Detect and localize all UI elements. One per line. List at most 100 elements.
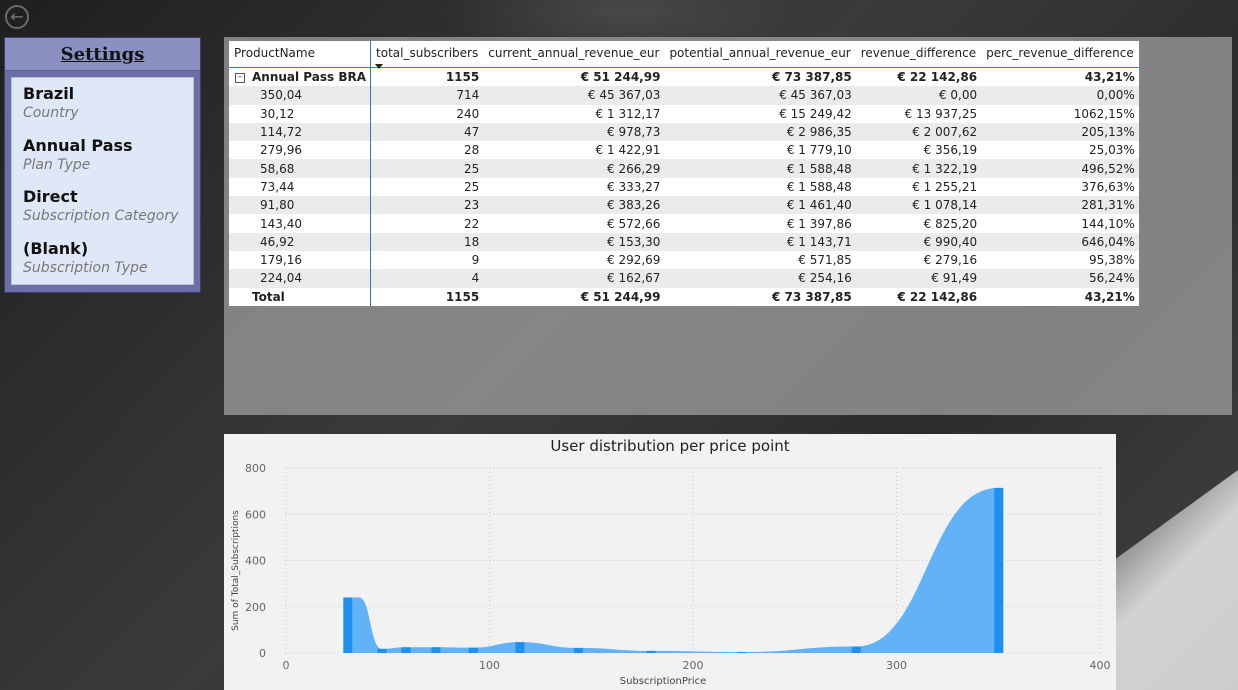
table-cell: 4 [370, 269, 484, 288]
total-cell: 43,21% [1084, 289, 1135, 304]
table-cell: € 292,69 [607, 253, 661, 268]
product-name-cell: 350,04 [229, 86, 372, 105]
group-cell: € 73 387,85 [772, 70, 852, 85]
setting-value: Brazil [23, 84, 75, 103]
settings-title: Settings [5, 38, 200, 71]
column-header-revenue-difference[interactable]: revenue_difference [855, 41, 982, 68]
table-cell: € 978,73 [483, 122, 665, 142]
table-cell: € 571,85 [798, 253, 852, 268]
x-axis-label: SubscriptionPrice [620, 676, 707, 687]
data-bar [851, 646, 861, 653]
table-cell: 22 [463, 216, 480, 231]
product-name-cell: 279,96 [229, 141, 372, 160]
back-button[interactable]: ← [5, 5, 29, 29]
table-cell: 47 [370, 122, 484, 142]
data-bar [515, 642, 525, 653]
data-bar [573, 647, 583, 653]
x-tick-label: 200 [683, 659, 704, 672]
product-name-cell: 46,92 [229, 232, 372, 251]
series-area [347, 487, 999, 653]
table-cell: 18 [370, 232, 484, 251]
table-cell: 28 [463, 143, 480, 158]
table-cell: 646,04% [981, 232, 1139, 251]
total-cell: 1155 [445, 289, 480, 304]
product-name-cell: 143,40 [229, 214, 372, 233]
column-header-total-subscribers[interactable]: total_subscribers [370, 41, 484, 69]
table-cell: € 333,27 [607, 179, 661, 194]
table-cell: 281,31% [981, 196, 1139, 215]
product-name-cell: 30,12 [229, 104, 372, 123]
column-header-perc-revenue-difference[interactable]: perc_revenue_difference [981, 41, 1139, 68]
setting-value: (Blank) [23, 238, 89, 258]
group-name-cell[interactable]: – Annual Pass BRA [229, 67, 372, 87]
table-row[interactable]: 279,96 28 € 1 422,91 € 1 779,10 € 356,19 25,0… [229, 141, 1139, 160]
table-cell: € 162,67 [483, 269, 665, 288]
data-bar [646, 650, 656, 653]
column-header-product-name[interactable]: ProductName [229, 41, 372, 68]
table-cell: 56,24% [981, 269, 1139, 288]
setting-plan-type[interactable]: Annual Pass Plan Type [23, 136, 193, 188]
table-row[interactable]: 143,40 22 € 572,66 € 1 397,86 € 825,20 144,10… [229, 214, 1139, 233]
table-cell: 25,03% [1088, 143, 1135, 158]
header-row: ProductName total_subscribers current_an… [229, 41, 1139, 69]
column-header-current-revenue[interactable]: current_annual_revenue_eur [483, 41, 665, 68]
data-bar [343, 597, 353, 653]
table-cell: € 279,16 [923, 253, 978, 268]
table-cell: € 572,66 [607, 216, 661, 231]
table-cell: € 356,19 [923, 143, 978, 158]
table-cell: € 0,00 [855, 86, 982, 105]
table-row[interactable]: 91,80 23 € 383,26 € 1 461,40 € 1 078,14 281,3… [229, 196, 1139, 215]
table-cell: 0,00% [981, 86, 1139, 105]
table-cell: € 13 937,25 [904, 106, 978, 121]
table-cell: 25 [463, 179, 480, 194]
chart-panel: User distribution per price point 0 200 40… [224, 434, 1116, 690]
x-tick-label: 300 [886, 659, 907, 672]
total-cell: € 22 142,86 [897, 289, 978, 304]
table-cell: € 45 367,03 [664, 86, 856, 105]
total-label: Total [229, 287, 372, 306]
table-row[interactable]: 46,92 18 € 153,30 € 1 143,71 € 990,40 646,04% [229, 232, 1139, 251]
column-header-potential-revenue[interactable]: potential_annual_revenue_eur [664, 41, 856, 68]
setting-country[interactable]: Brazil Country [23, 84, 193, 136]
collapse-icon[interactable]: – [235, 72, 245, 83]
setting-value: Direct [23, 187, 78, 206]
setting-label: Country [23, 105, 79, 121]
table-cell: € 1 461,40 [664, 196, 856, 215]
table-row[interactable]: 179,16 9 € 292,69 € 571,85 € 279,16 95,38% [229, 250, 1139, 270]
total-cell: € 51 244,99 [580, 289, 661, 304]
table-cell: € 383,26 [483, 196, 665, 215]
product-name-cell: 224,04 [229, 269, 372, 288]
table-row[interactable]: 350,04 714 € 45 367,03 € 45 367,03 € 0,00 0,0… [229, 86, 1139, 105]
sort-descending-icon [375, 64, 384, 69]
table-cell: € 1 078,14 [855, 196, 982, 215]
table-cell: € 45 367,03 [483, 86, 665, 105]
table-row[interactable]: 114,72 47 € 978,73 € 2 986,35 € 2 007,62 205,… [229, 122, 1139, 142]
table-row[interactable]: 73,44 25 € 333,27 € 1 588,48 € 1 255,21 376,6… [229, 177, 1139, 197]
table-cell: € 825,20 [923, 216, 978, 231]
table-cell: € 91,49 [855, 269, 982, 288]
data-bar [431, 647, 441, 653]
setting-value: Annual Pass [23, 135, 133, 155]
table-cell: € 1 143,71 [664, 232, 856, 251]
revenue-matrix: ProductName total_subscribers current_an… [229, 41, 1139, 306]
group-name: Annual Pass BRA [252, 70, 367, 85]
product-name-cell: 114,72 [229, 122, 372, 142]
x-tick-label: 100 [479, 659, 500, 672]
table-row[interactable]: 224,04 4 € 162,67 € 254,16 € 91,49 56,24% [229, 269, 1139, 288]
x-tick-label: 400 [1090, 659, 1111, 672]
group-cell: € 51 244,99 [580, 70, 661, 85]
table-row[interactable]: 30,12 240 € 1 312,17 € 15 249,42 € 13 937,25… [229, 104, 1139, 123]
table-cell: € 2 986,35 [664, 122, 856, 142]
setting-subscription-category[interactable]: Direct Subscription Category [23, 187, 193, 239]
table-row[interactable]: 58,68 25 € 266,29 € 1 588,48 € 1 322,19 496,5… [229, 159, 1139, 178]
setting-label: Subscription Type [23, 259, 148, 276]
y-tick-label: 200 [245, 601, 266, 614]
table-cell: 1062,15% [1073, 106, 1135, 121]
group-cell: 1155 [445, 70, 480, 85]
table-cell: € 15 249,42 [779, 106, 852, 121]
table-cell: 144,10% [1081, 216, 1135, 231]
table-cell: 496,52% [981, 159, 1139, 178]
table-cell: 23 [370, 196, 484, 215]
data-bar [994, 487, 1004, 653]
setting-subscription-type[interactable]: (Blank) Subscription Type [23, 239, 193, 291]
